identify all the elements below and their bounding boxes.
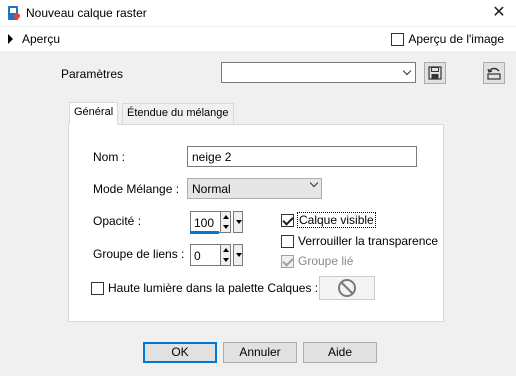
opacite-level-bar bbox=[190, 231, 219, 234]
nom-input[interactable]: neige 2 bbox=[187, 146, 417, 167]
calque-visible-checkbox[interactable] bbox=[281, 213, 294, 227]
mode-melange-label: Mode Mélange : bbox=[93, 182, 180, 196]
close-icon[interactable]: ✕ bbox=[488, 2, 510, 24]
verrouiller-transparence-label: Verrouiller la transparence bbox=[298, 234, 439, 248]
tab-general[interactable]: Général bbox=[69, 102, 119, 125]
title-bar: Nouveau calque raster ✕ bbox=[0, 0, 516, 26]
save-preset-button[interactable] bbox=[424, 62, 446, 84]
nom-value: neige 2 bbox=[192, 150, 232, 164]
mode-melange-select[interactable]: Normal bbox=[187, 178, 322, 199]
spin-down-icon[interactable] bbox=[223, 225, 229, 229]
opacite-dropdown[interactable] bbox=[233, 211, 243, 233]
ok-button[interactable]: OK bbox=[143, 342, 217, 363]
chevron-down-icon bbox=[309, 178, 319, 188]
parametres-dropdown[interactable] bbox=[221, 62, 416, 83]
groupe-de-liens-dropdown[interactable] bbox=[233, 244, 243, 266]
groupe-de-liens-value: 0 bbox=[194, 249, 201, 263]
groupe-lie-label: Groupe lié bbox=[298, 254, 354, 268]
groupe-de-liens-label: Groupe de liens : bbox=[93, 247, 185, 261]
annuler-button[interactable]: Annuler bbox=[223, 342, 297, 363]
chevron-down-icon[interactable] bbox=[400, 64, 414, 81]
spin-down-icon[interactable] bbox=[223, 258, 229, 262]
groupe-de-liens-updown[interactable] bbox=[221, 244, 231, 266]
dropdown-arrow-icon bbox=[236, 220, 242, 224]
opacite-updown[interactable] bbox=[221, 211, 231, 233]
verrouiller-transparence-option[interactable]: Verrouiller la transparence bbox=[281, 234, 438, 248]
no-entry-icon bbox=[338, 279, 356, 297]
groupe-lie-checkbox bbox=[281, 254, 294, 268]
opacite-label: Opacité : bbox=[93, 214, 142, 228]
groupe-de-liens-spinner[interactable]: 0 bbox=[190, 244, 245, 266]
apercu-toggle[interactable]: Aperçu bbox=[22, 32, 60, 46]
parametres-label: Paramètres bbox=[61, 67, 124, 81]
mode-melange-value: Normal bbox=[192, 182, 231, 196]
highlight-color-button[interactable] bbox=[319, 276, 375, 300]
opacite-spinner[interactable]: 100 bbox=[190, 211, 245, 233]
verrouiller-transparence-checkbox[interactable] bbox=[281, 234, 294, 248]
apercu-image-checkbox[interactable] bbox=[391, 32, 405, 46]
haute-lumiere-option[interactable]: Haute lumière dans la palette Calques : bbox=[91, 281, 318, 295]
spin-up-icon[interactable] bbox=[223, 215, 229, 219]
calque-visible-option[interactable]: Calque visible bbox=[281, 212, 376, 228]
groupe-de-liens-field[interactable]: 0 bbox=[190, 244, 221, 266]
opacite-value: 100 bbox=[194, 216, 215, 230]
spin-up-icon[interactable] bbox=[223, 248, 229, 252]
tab-etendue-du-melange[interactable]: Étendue du mélange bbox=[122, 103, 234, 124]
expand-arrow-icon[interactable] bbox=[8, 34, 13, 44]
calque-visible-label: Calque visible bbox=[297, 212, 376, 228]
haute-lumiere-checkbox[interactable] bbox=[91, 281, 104, 295]
dropdown-arrow-icon bbox=[236, 253, 242, 257]
groupe-lie-option: Groupe lié bbox=[281, 254, 353, 268]
apercu-row: Aperçu Aperçu de l'image bbox=[0, 27, 516, 51]
apercu-image-label: Aperçu de l'image bbox=[408, 32, 504, 46]
app-icon bbox=[8, 6, 20, 20]
save-icon bbox=[428, 66, 442, 80]
reset-icon bbox=[487, 67, 501, 80]
haute-lumiere-label: Haute lumière dans la palette Calques : bbox=[108, 281, 319, 295]
reset-preset-button[interactable] bbox=[483, 62, 505, 84]
nom-label: Nom : bbox=[93, 150, 126, 164]
aide-button[interactable]: Aide bbox=[303, 342, 377, 363]
apercu-image-option[interactable]: Aperçu de l'image bbox=[391, 32, 504, 46]
opacite-field[interactable]: 100 bbox=[190, 211, 221, 233]
window-title: Nouveau calque raster bbox=[26, 6, 147, 20]
